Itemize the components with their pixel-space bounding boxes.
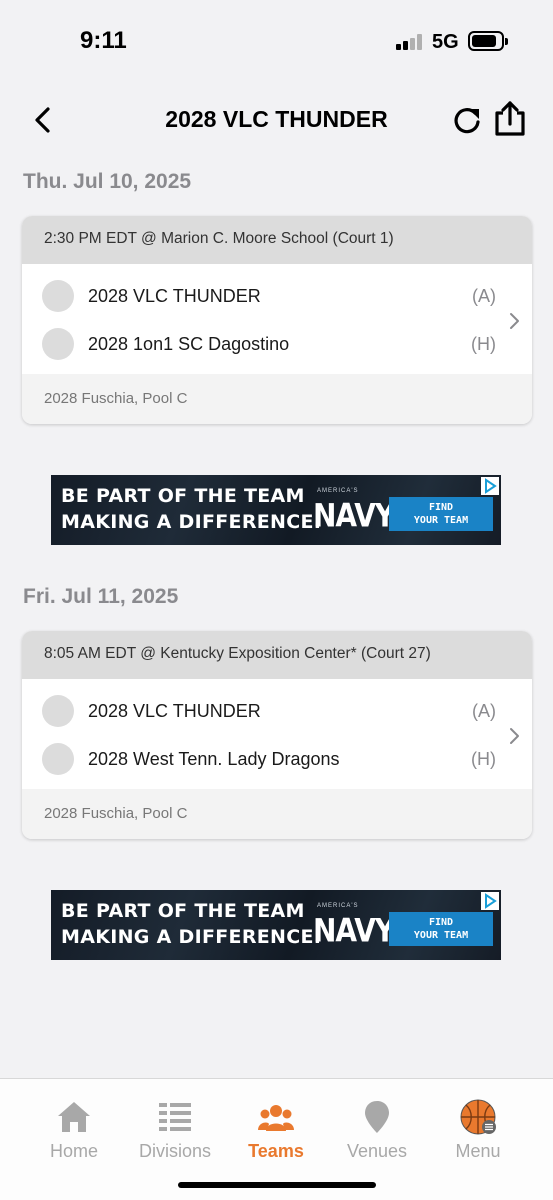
tab-label: Home	[49, 1141, 98, 1161]
share-button[interactable]	[492, 100, 528, 138]
venue-pin-icon	[365, 1101, 389, 1133]
away-home-tag: (A)	[472, 286, 496, 306]
basketball-menu-icon	[460, 1099, 496, 1135]
game-card[interactable]: 2:30 PM EDT @ Marion C. Moore School (Co…	[22, 216, 532, 424]
team-logo-placeholder	[42, 695, 74, 727]
ad-cta-button[interactable]: FIND YOUR TEAM	[389, 912, 493, 946]
game-time-venue: 2:30 PM EDT @ Marion C. Moore School (Co…	[22, 216, 532, 264]
ad-cta-line2: YOUR TEAM	[413, 930, 469, 941]
home-icon	[58, 1102, 90, 1132]
ad-headline: BE PART OF THE TEAM	[61, 900, 305, 922]
tab-teams[interactable]: Teams	[221, 1099, 331, 1169]
team-name: 2028 West Tenn. Lady Dragons	[88, 749, 340, 769]
tab-label: Divisions	[138, 1141, 212, 1161]
ad-headline: BE PART OF THE TEAM	[61, 485, 305, 507]
team-name: 2028 VLC THUNDER	[88, 701, 261, 721]
teams-icon	[258, 1105, 294, 1131]
team-logo-placeholder	[42, 328, 74, 360]
division-pool: 2028 Fuschia, Pool C	[22, 789, 532, 839]
division-pool: 2028 Fuschia, Pool C	[22, 374, 532, 424]
away-home-tag: (A)	[472, 701, 496, 721]
ad-banner[interactable]: BE PART OF THE TEAM MAKING A DIFFERENCE.…	[51, 890, 501, 960]
chevron-right-icon	[510, 728, 519, 744]
team-row: 2028 VLC THUNDER (A)	[22, 264, 532, 312]
ad-subheadline: MAKING A DIFFERENCE.	[61, 926, 322, 948]
home-indicator	[178, 1182, 376, 1188]
tab-label: Teams	[248, 1141, 304, 1161]
ad-cta-button[interactable]: FIND YOUR TEAM	[389, 497, 493, 531]
team-name: 2028 1on1 SC Dagostino	[88, 334, 290, 354]
team-row: 2028 West Tenn. Lady Dragons (H)	[22, 727, 532, 775]
chevron-right-icon	[510, 313, 519, 329]
nav-header: 2028 VLC THUNDER	[0, 92, 553, 148]
refresh-icon	[454, 108, 480, 134]
team-logo-placeholder	[42, 743, 74, 775]
team-row: 2028 1on1 SC Dagostino (H)	[22, 312, 532, 360]
team-name: 2028 VLC THUNDER	[88, 286, 261, 306]
away-home-tag: (H)	[471, 334, 496, 354]
ad-choices-icon[interactable]	[481, 892, 499, 910]
tab-venues[interactable]: Venues	[322, 1099, 432, 1169]
game-card[interactable]: 8:05 AM EDT @ Kentucky Exposition Center…	[22, 631, 532, 839]
date-heading: Fri. Jul 11, 2025	[23, 585, 179, 608]
ad-cta-line1: FIND	[428, 502, 454, 513]
tab-menu[interactable]: Menu	[423, 1099, 533, 1169]
ad-cta-line1: FIND	[428, 917, 454, 928]
ad-cta-line2: YOUR TEAM	[413, 515, 469, 526]
tab-home[interactable]: Home	[19, 1099, 129, 1169]
status-time: 9:11	[80, 27, 127, 54]
ad-brand: NAVY	[313, 496, 395, 535]
cellular-signal-icon	[396, 34, 424, 50]
battery-icon	[468, 31, 508, 51]
ad-brand: NAVY	[313, 911, 395, 950]
tab-label: Venues	[346, 1141, 408, 1161]
team-row: 2028 VLC THUNDER (A)	[22, 679, 532, 727]
tab-divisions[interactable]: Divisions	[120, 1099, 230, 1169]
divisions-icon	[159, 1103, 191, 1131]
status-bar: 9:11 5G	[0, 0, 553, 80]
date-heading: Thu. Jul 10, 2025	[23, 170, 192, 193]
ad-small-text: AMERICA'S	[317, 903, 359, 909]
ad-small-text: AMERICA'S	[317, 488, 359, 494]
ad-choices-icon[interactable]	[481, 477, 499, 495]
team-logo-placeholder	[42, 280, 74, 312]
game-time-venue: 8:05 AM EDT @ Kentucky Exposition Center…	[22, 631, 532, 679]
refresh-button[interactable]	[450, 104, 484, 138]
ad-subheadline: MAKING A DIFFERENCE.	[61, 511, 322, 533]
tab-label: Menu	[455, 1141, 501, 1161]
network-type: 5G	[432, 31, 459, 53]
ad-banner[interactable]: BE PART OF THE TEAM MAKING A DIFFERENCE.…	[51, 475, 501, 545]
away-home-tag: (H)	[471, 749, 496, 769]
share-icon	[495, 101, 525, 136]
